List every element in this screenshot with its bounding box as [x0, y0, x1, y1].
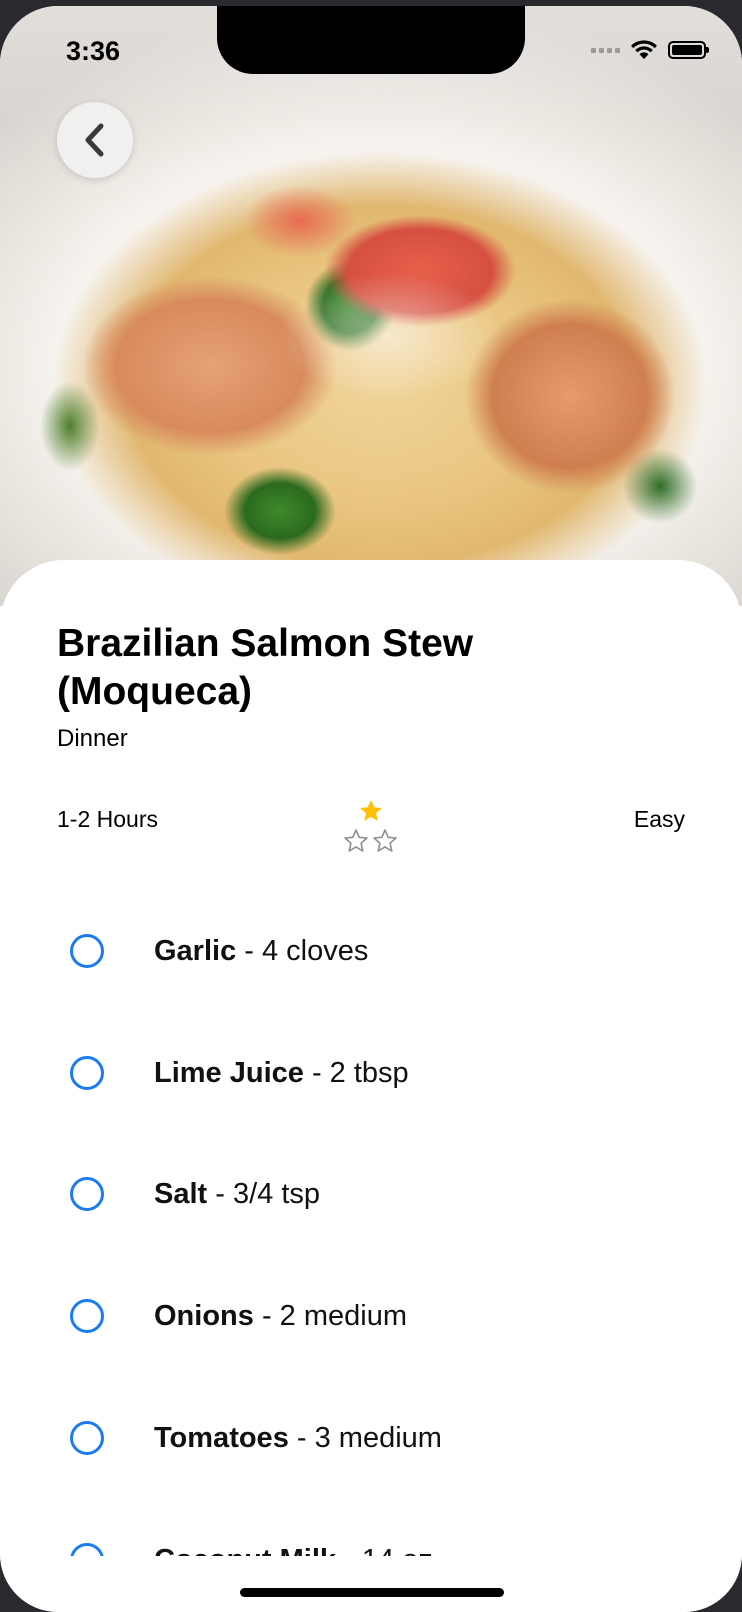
circle-outline-icon[interactable]	[70, 934, 104, 968]
recipe-info-card: Brazilian Salmon Stew (Moqueca) Dinner 1…	[0, 560, 742, 1612]
ingredient-amount: - 3/4 tsp	[215, 1177, 321, 1210]
ingredient-item[interactable]: Garlic - 4 cloves	[70, 931, 368, 971]
ingredient-item[interactable]: Coconut Milk - 14 oz	[70, 1540, 433, 1556]
cellular-signal-icon	[591, 47, 620, 53]
recipe-hero-image	[0, 6, 742, 606]
circle-outline-icon[interactable]	[70, 1421, 104, 1455]
ingredient-amount: - 2 tbsp	[311, 1056, 409, 1089]
ingredient-amount: - 2 medium	[261, 1299, 407, 1332]
ingredient-amount: - 3 medium	[296, 1421, 442, 1454]
ingredient-amount: - 4 cloves	[244, 934, 369, 967]
ingredient-name: Tomatoes	[154, 1421, 289, 1454]
battery-icon	[668, 41, 709, 59]
ingredient-name: Garlic	[154, 934, 237, 967]
chevron-left-icon	[85, 123, 104, 157]
star-filled-icon	[360, 800, 382, 821]
difficulty-rating	[344, 800, 397, 852]
back-button[interactable]	[57, 102, 133, 178]
recipe-difficulty: Easy	[633, 806, 685, 832]
recipe-detail-screen: 3:36 Brazilian Salmon Stew (Moqueca) Din…	[0, 6, 742, 1612]
circle-outline-icon[interactable]	[70, 1543, 104, 1556]
status-time: 3:36	[66, 36, 121, 66]
star-outline-icon	[373, 829, 397, 852]
ingredient-item[interactable]: Tomatoes - 3 medium	[70, 1418, 442, 1458]
status-icons	[591, 40, 709, 60]
ingredient-item[interactable]: Lime Juice - 2 tbsp	[70, 1053, 409, 1093]
ingredient-amount: - 14 oz	[344, 1544, 433, 1557]
ingredient-name: Coconut Milk	[154, 1544, 336, 1557]
ingredient-item[interactable]: Salt - 3/4 tsp	[70, 1174, 320, 1214]
circle-outline-icon[interactable]	[70, 1177, 104, 1211]
home-indicator[interactable]	[240, 1588, 504, 1597]
wifi-icon	[631, 40, 657, 59]
circle-outline-icon[interactable]	[70, 1299, 104, 1333]
ingredient-name: Onions	[154, 1299, 254, 1332]
recipe-category: Dinner	[57, 725, 128, 752]
ingredient-name: Lime Juice	[154, 1056, 304, 1089]
recipe-title: Brazilian Salmon Stew (Moqueca)	[57, 622, 474, 713]
circle-outline-icon[interactable]	[70, 1056, 104, 1090]
recipe-content-scroll[interactable]: Brazilian Salmon Stew (Moqueca) Dinner 1…	[0, 560, 742, 1556]
device-notch	[217, 6, 525, 74]
ingredient-item[interactable]: Onions - 2 medium	[70, 1296, 407, 1336]
star-outline-icon	[344, 829, 368, 852]
recipe-duration: 1-2 Hours	[57, 806, 158, 832]
ingredient-name: Salt	[154, 1177, 208, 1210]
